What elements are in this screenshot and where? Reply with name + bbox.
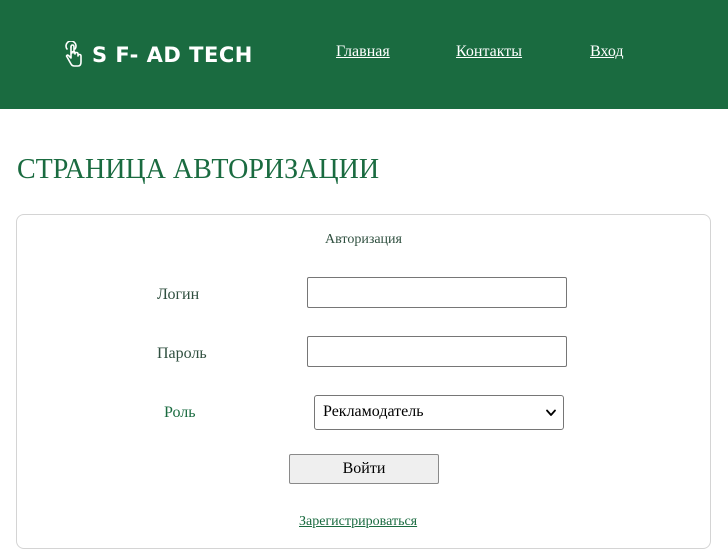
password-label: Пароль bbox=[157, 345, 207, 362]
nav-login-link[interactable]: Вход bbox=[590, 43, 624, 61]
pointer-hand-icon bbox=[65, 41, 82, 67]
login-label: Логин bbox=[157, 286, 200, 303]
password-input[interactable] bbox=[307, 336, 567, 367]
role-label: Роль bbox=[164, 404, 196, 421]
auth-form-panel: Авторизация Логин Пароль Роль Рекламодат… bbox=[16, 214, 711, 549]
form-title: Авторизация bbox=[325, 232, 402, 247]
login-submit-button[interactable]: Войти bbox=[289, 454, 439, 484]
nav-contacts-link[interactable]: Контакты bbox=[456, 43, 522, 61]
nav-home-link[interactable]: Главная bbox=[336, 43, 390, 61]
page-title: СТРАНИЦА АВТОРИЗАЦИИ bbox=[17, 154, 380, 185]
role-selected-value: Рекламодатель bbox=[323, 403, 424, 420]
site-logo[interactable]: S F- AD TECH bbox=[62, 40, 253, 70]
role-select[interactable]: Рекламодатель bbox=[314, 395, 564, 430]
logo-text: S F- AD TECH bbox=[92, 43, 253, 67]
register-link[interactable]: Зарегистрироваться bbox=[299, 514, 417, 530]
chevron-down-icon bbox=[546, 409, 556, 416]
site-header: S F- AD TECH Главная Контакты Вход bbox=[0, 0, 728, 109]
login-input[interactable] bbox=[307, 277, 567, 308]
